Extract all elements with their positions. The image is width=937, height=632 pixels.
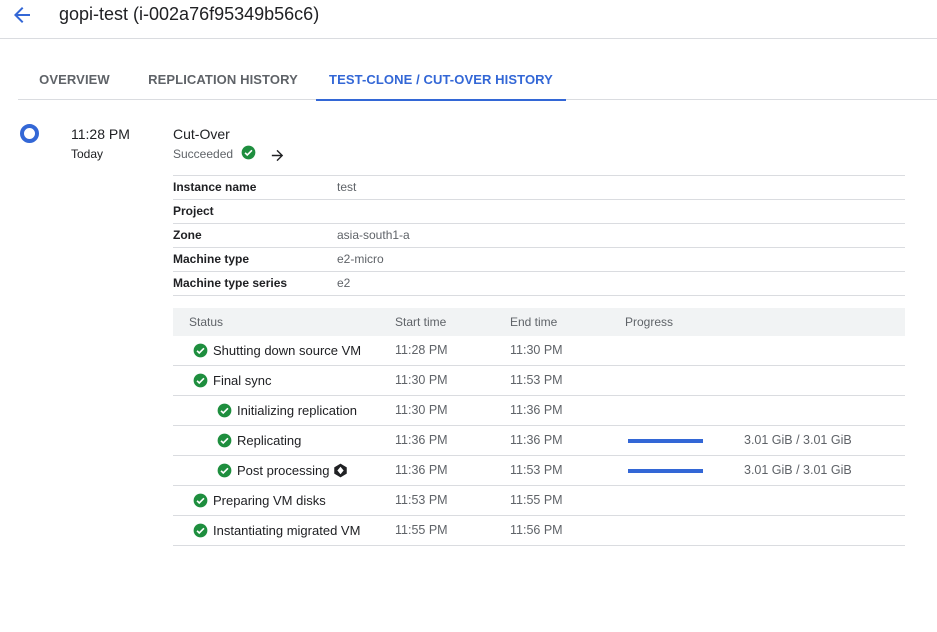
table-row: Instantiating migrated VM 11:55 PM 11:56 P… [173, 516, 905, 546]
page-header: gopi-test (i-002a76f95349b56c6) [0, 0, 937, 39]
step-end-time: 11:56 PM [510, 523, 563, 537]
tab-bar: OVERVIEW REPLICATION HISTORY TEST-CLONE … [18, 60, 937, 101]
detail-key: Zone [173, 228, 202, 242]
step-end-time: 11:36 PM [510, 403, 563, 417]
step-start-time: 11:30 PM [395, 403, 448, 417]
arrow-back-icon[interactable] [10, 3, 34, 27]
processing-icon [334, 463, 347, 478]
detail-key: Machine type series [173, 276, 288, 290]
step-end-time: 11:53 PM [510, 463, 563, 477]
column-header-start-time: Start time [395, 315, 447, 329]
check-circle-icon [217, 433, 232, 448]
detail-row: Machine type series e2 [173, 272, 905, 296]
detail-value: asia-south1-a [337, 228, 410, 242]
check-circle-icon [193, 343, 208, 358]
step-end-time: 11:53 PM [510, 373, 563, 387]
detail-row: Instance name test [173, 176, 905, 200]
steps-table-body: Shutting down source VM 11:28 PM 11:30 PM F… [173, 336, 905, 546]
detail-value: test [337, 180, 357, 194]
detail-row: Machine type e2-micro [173, 248, 905, 272]
timeline-dot [20, 124, 39, 143]
steps-table-header: Status Start time End time Progress [173, 308, 905, 336]
step-start-time: 11:36 PM [395, 433, 448, 447]
tab-overview[interactable]: OVERVIEW [18, 60, 131, 100]
check-circle-icon [241, 145, 256, 160]
step-start-time: 11:36 PM [395, 463, 448, 477]
table-row: Replicating 11:36 PM 11:36 PM 3.01 GiB / 3.… [173, 426, 905, 456]
table-row: Preparing VM disks 11:53 PM 11:55 PM [173, 486, 905, 516]
page-title: gopi-test (i-002a76f95349b56c6) [59, 4, 320, 24]
check-circle-icon [217, 403, 232, 418]
step-end-time: 11:36 PM [510, 433, 563, 447]
event-title: Cut-Over [173, 126, 230, 142]
progress-bar [628, 469, 703, 473]
tab-test-clone-cut-over-history[interactable]: TEST-CLONE / CUT-OVER HISTORY [316, 60, 566, 101]
step-name: Replicating [237, 433, 302, 448]
table-row: Initializing replication 11:30 PM 11:36 PM [173, 396, 905, 426]
steps-table: Status Start time End time Progress Shut… [173, 308, 905, 546]
step-start-time: 11:55 PM [395, 523, 448, 537]
step-name: Initializing replication [237, 403, 357, 418]
detail-row: Zone asia-south1-a [173, 224, 905, 248]
step-name: Final sync [213, 373, 272, 388]
check-circle-icon [193, 523, 208, 538]
step-end-time: 11:55 PM [510, 493, 563, 507]
table-row: Final sync 11:30 PM 11:53 PM [173, 366, 905, 396]
step-start-time: 11:53 PM [395, 493, 448, 507]
step-name: Shutting down source VM [213, 343, 362, 358]
step-name: Post processing [237, 463, 330, 478]
event-status: Succeeded [173, 147, 234, 161]
table-row: Shutting down source VM 11:28 PM 11:30 PM [173, 336, 905, 366]
progress-bar-fill [628, 439, 703, 443]
column-header-progress: Progress [625, 315, 674, 329]
step-end-time: 11:30 PM [510, 343, 563, 357]
detail-row: Project [173, 200, 905, 224]
arrow-forward-icon[interactable] [269, 147, 286, 164]
progress-text: 3.01 GiB / 3.01 GiB [744, 433, 852, 447]
check-circle-icon [193, 493, 208, 508]
step-name: Instantiating migrated VM [213, 523, 361, 538]
step-start-time: 11:28 PM [395, 343, 448, 357]
table-row: Post processing 11:36 PM 11:53 PM 3.01 GiB … [173, 456, 905, 486]
detail-value: e2-micro [337, 252, 384, 266]
progress-bar-fill [628, 469, 703, 473]
step-start-time: 11:30 PM [395, 373, 448, 387]
progress-text: 3.01 GiB / 3.01 GiB [744, 463, 852, 477]
detail-key: Project [173, 204, 214, 218]
detail-key: Machine type [173, 252, 250, 266]
detail-key: Instance name [173, 180, 257, 194]
step-name: Preparing VM disks [213, 493, 326, 508]
check-circle-icon [217, 463, 232, 478]
column-header-end-time: End time [510, 315, 558, 329]
tab-replication-history[interactable]: REPLICATION HISTORY [143, 60, 303, 100]
check-circle-icon [193, 373, 208, 388]
detail-value: e2 [337, 276, 351, 290]
progress-bar [628, 439, 703, 443]
event-day: Today [71, 147, 104, 161]
event-time: 11:28 PM [71, 126, 130, 142]
details-table: Instance name test Project Zone asia-sou… [173, 175, 905, 296]
column-header-status: Status [189, 315, 224, 329]
